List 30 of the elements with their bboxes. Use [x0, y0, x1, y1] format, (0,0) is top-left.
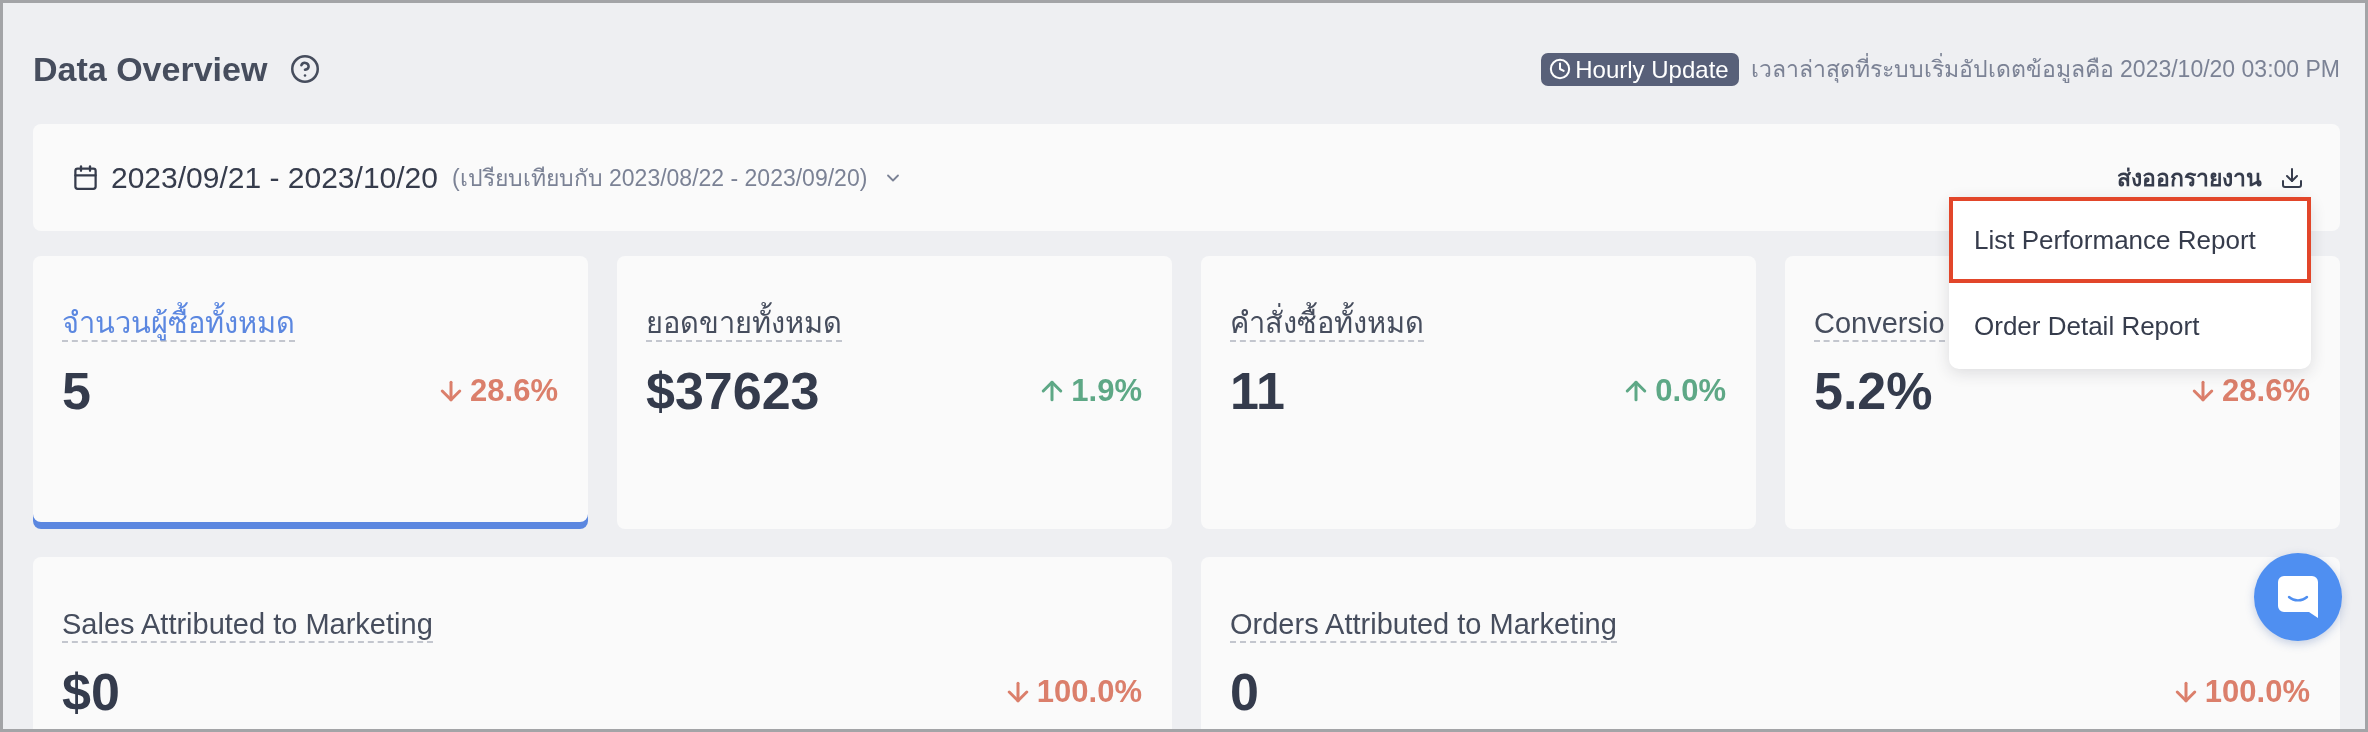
date-range-picker[interactable]: 2023/09/21 - 2023/10/20 (เปรียบเทียบกับ 2023/08/22 - 2023/09/20): [72, 159, 904, 196]
metric-value: 0: [1230, 663, 1259, 721]
change-percent: 100.0%: [2204, 674, 2310, 710]
download-icon: [2280, 165, 2304, 190]
hourly-update-label: Hourly Update: [1575, 54, 1729, 85]
change-percent: 100.0%: [1036, 674, 1142, 710]
metric-value: 5: [62, 362, 91, 420]
metric-card[interactable]: คำสั่งซื้อทั้งหมด 11 0.0%: [1201, 256, 1756, 529]
change-percent: 28.6%: [2222, 373, 2310, 409]
chat-bubble-icon: [2278, 576, 2318, 618]
menu-item[interactable]: Order Detail Report: [1949, 283, 2311, 369]
metric-value: 11: [1230, 362, 1285, 420]
change-percent: 28.6%: [470, 373, 558, 409]
metric-value: $0: [62, 663, 120, 721]
last-update-text: เวลาล่าสุดที่ระบบเริ่มอัปเดตข้อมูลคือ 2023/10/20 03:00 PM: [1750, 51, 2340, 87]
metric-card[interactable]: ยอดขายทั้งหมด $37623 1.9%: [617, 256, 1172, 529]
export-report-button[interactable]: ส่งออกรายงาน: [2117, 159, 2304, 196]
change-percent: 0.0%: [1655, 373, 1726, 409]
help-icon[interactable]: [291, 55, 320, 83]
menu-item[interactable]: List Performance Report: [1949, 197, 2311, 283]
metric-title: Conversio: [1814, 306, 1945, 342]
metric-card[interactable]: จำนวนผู้ซื้อทั้งหมด 5 28.6%: [33, 256, 588, 529]
metric-value: $37623: [646, 362, 820, 420]
clock-icon: [1549, 58, 1572, 80]
metric-title: Sales Attributed to Marketing: [62, 607, 433, 643]
page-title: Data Overview: [33, 51, 268, 87]
change-percent: 1.9%: [1071, 373, 1142, 409]
calendar-icon: [72, 164, 99, 191]
metric-title: Orders Attributed to Marketing: [1230, 607, 1617, 643]
metric-value: 5.2%: [1814, 362, 1933, 420]
